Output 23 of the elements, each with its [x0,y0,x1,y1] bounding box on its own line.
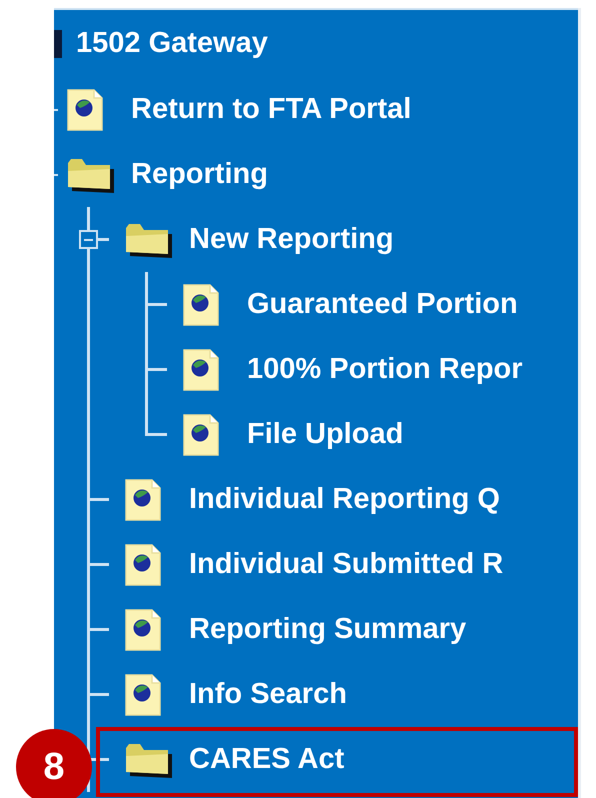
page-link[interactable]: Return to FTA Portal [131,93,412,126]
node-icon [54,30,62,58]
web-page-icon [124,672,162,716]
step-number-badge: 8 [16,729,92,798]
web-page-icon [182,412,220,456]
collapse-icon[interactable] [79,230,98,249]
web-page-icon [124,608,162,652]
page-link[interactable]: Info Search [189,678,347,711]
page-link[interactable]: 100% Portion Repor [247,353,523,386]
page-link[interactable]: Guaranteed Portion [247,288,518,321]
folder-link[interactable]: Reporting [131,158,268,191]
web-page-icon [182,282,220,326]
tree-root-label[interactable]: 1502 Gateway [76,27,268,60]
page-link[interactable]: File Upload [247,418,404,451]
web-page-icon [124,478,162,522]
folder-link[interactable]: New Reporting [189,223,394,256]
web-page-icon [124,542,162,586]
page-link[interactable]: Individual Reporting Q [189,483,500,516]
web-page-icon [182,348,220,392]
web-page-icon [66,88,104,132]
folder-link[interactable]: CARES Act [189,743,344,776]
page-link[interactable]: Reporting Summary [189,613,466,646]
page-link[interactable]: Individual Submitted R [189,548,504,581]
